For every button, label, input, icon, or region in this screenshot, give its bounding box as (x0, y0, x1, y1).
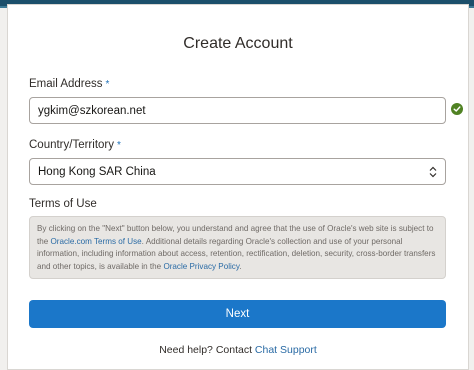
country-select[interactable]: Hong Kong SAR China (29, 158, 446, 185)
terms-text-box: By clicking on the "Next" button below, … (29, 216, 446, 279)
required-mark: * (117, 140, 121, 151)
email-value: ygkim@szkorean.net (38, 104, 146, 117)
required-mark: * (105, 79, 110, 90)
country-label-text: Country/Territory (29, 139, 114, 151)
country-value: Hong Kong SAR China (38, 165, 156, 178)
terms-of-use-link[interactable]: Oracle.com Terms of Use (51, 237, 142, 246)
next-button[interactable]: Next (29, 300, 446, 328)
create-account-card: Create Account Email Address * ygkim@szko… (7, 4, 469, 370)
updown-arrows-icon (429, 166, 437, 178)
chat-support-link[interactable]: Chat Support (255, 344, 317, 356)
country-label: Country/Territory * (29, 139, 121, 151)
help-text: Need help? Contact (159, 344, 255, 356)
check-circle-icon (451, 103, 463, 115)
help-line: Need help? Contact Chat Support (8, 344, 468, 356)
privacy-policy-link[interactable]: Oracle Privacy Policy (163, 262, 239, 271)
email-field[interactable]: ygkim@szkorean.net (29, 97, 446, 124)
email-label-text: Email Address (29, 78, 103, 90)
page-title: Create Account (183, 35, 293, 52)
terms-text: . (239, 261, 242, 271)
email-label: Email Address * (29, 78, 109, 90)
terms-label: Terms of Use (29, 198, 97, 210)
